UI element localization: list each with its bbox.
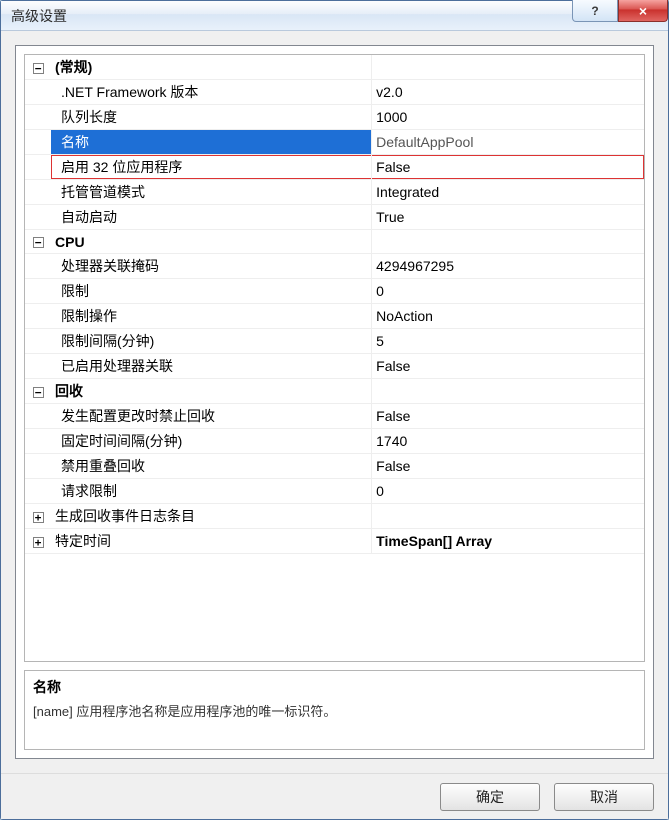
prop-label: 固定时间间隔(分钟) [51,429,372,454]
prop-value[interactable]: False [372,404,644,429]
description-body: [name] 应用程序池名称是应用程序池的唯一标识符。 [33,701,636,720]
client-area: − (常规) .NET Framework 版本 v2.0 队列长度 1000 [1,31,668,773]
advanced-settings-dialog: 高级设置 ? × − (常规) [0,0,669,820]
prop-label: 限制 [51,279,372,304]
cancel-button[interactable]: 取消 [554,783,654,811]
prop-label: 请求限制 [51,479,372,504]
property-grid[interactable]: − (常规) .NET Framework 版本 v2.0 队列长度 1000 [24,54,645,662]
prop-label: 限制间隔(分钟) [51,329,372,354]
prop-value[interactable]: 0 [372,279,644,304]
prop-disable-recycle-on-config-change[interactable]: 发生配置更改时禁止回收 False [25,404,644,429]
prop-value-text: False [376,159,410,175]
ok-button[interactable]: 确定 [440,783,540,811]
category-label: 回收 [51,379,372,404]
description-title: 名称 [33,677,636,697]
prop-label: 托管管道模式 [51,180,372,205]
property-grid-container: − (常规) .NET Framework 版本 v2.0 队列长度 1000 [15,45,654,759]
help-button[interactable]: ? [572,0,618,22]
category-label: (常规) [51,55,372,80]
category-specific-times[interactable]: + 特定时间 TimeSpan[] Array [25,529,644,554]
prop-label: 已启用处理器关联 [51,354,372,379]
prop-processor-affinity-mask[interactable]: 处理器关联掩码 4294967295 [25,254,644,279]
prop-label: 队列长度 [51,105,372,130]
category-label: 生成回收事件日志条目 [51,504,372,529]
description-pane: 名称 [name] 应用程序池名称是应用程序池的唯一标识符。 [24,670,645,750]
window-buttons: ? × [572,0,668,22]
prop-value[interactable]: False [372,155,644,180]
prop-value[interactable]: False [372,354,644,379]
prop-enable-32bit-apps[interactable]: 启用 32 位应用程序 False [25,155,644,180]
plus-icon[interactable]: + [33,512,44,523]
prop-label-text: 启用 32 位应用程序 [61,159,182,175]
prop-limit-action[interactable]: 限制操作 NoAction [25,304,644,329]
prop-value[interactable]: 5 [372,329,644,354]
prop-limit-interval[interactable]: 限制间隔(分钟) 5 [25,329,644,354]
prop-name[interactable]: 名称 DefaultAppPool [25,130,644,155]
prop-label: 禁用重叠回收 [51,454,372,479]
prop-auto-start[interactable]: 自动启动 True [25,205,644,230]
category-recycling[interactable]: − 回收 [25,379,644,404]
prop-label: 自动启动 [51,205,372,230]
category-label: 特定时间 [51,529,372,554]
prop-value[interactable]: 1740 [372,429,644,454]
prop-limit[interactable]: 限制 0 [25,279,644,304]
prop-request-limit[interactable]: 请求限制 0 [25,479,644,504]
close-button[interactable]: × [618,0,668,22]
prop-value[interactable]: NoAction [372,304,644,329]
prop-value[interactable]: False [372,454,644,479]
category-label: CPU [51,230,372,254]
prop-value[interactable]: Integrated [372,180,644,205]
prop-value[interactable]: 4294967295 [372,254,644,279]
prop-value[interactable]: DefaultAppPool [372,130,644,155]
prop-label: .NET Framework 版本 [51,80,372,105]
prop-value[interactable]: TimeSpan[] Array [372,529,644,554]
minus-icon[interactable]: − [33,63,44,74]
prop-net-framework-version[interactable]: .NET Framework 版本 v2.0 [25,80,644,105]
prop-label: 发生配置更改时禁止回收 [51,404,372,429]
prop-disable-overlapped-recycle[interactable]: 禁用重叠回收 False [25,454,644,479]
prop-regular-time-interval[interactable]: 固定时间间隔(分钟) 1740 [25,429,644,454]
highlight-box-icon [372,155,644,179]
prop-label: 处理器关联掩码 [51,254,372,279]
prop-queue-length[interactable]: 队列长度 1000 [25,105,644,130]
prop-managed-pipeline-mode[interactable]: 托管管道模式 Integrated [25,180,644,205]
prop-value[interactable]: 0 [372,479,644,504]
category-general[interactable]: − (常规) [25,55,644,80]
category-cpu[interactable]: − CPU [25,230,644,254]
prop-label: 名称 [51,130,372,155]
minus-icon[interactable]: − [33,237,44,248]
prop-value[interactable]: v2.0 [372,80,644,105]
prop-value[interactable]: 1000 [372,105,644,130]
titlebar[interactable]: 高级设置 ? × [1,1,668,31]
prop-value[interactable]: True [372,205,644,230]
plus-icon[interactable]: + [33,537,44,548]
minus-icon[interactable]: − [33,387,44,398]
category-eventlog[interactable]: + 生成回收事件日志条目 [25,504,644,529]
window-title: 高级设置 [11,6,67,26]
dialog-button-row: 确定 取消 [1,773,668,819]
prop-label: 限制操作 [51,304,372,329]
prop-processor-affinity-enabled[interactable]: 已启用处理器关联 False [25,354,644,379]
prop-label: 启用 32 位应用程序 [51,155,372,180]
